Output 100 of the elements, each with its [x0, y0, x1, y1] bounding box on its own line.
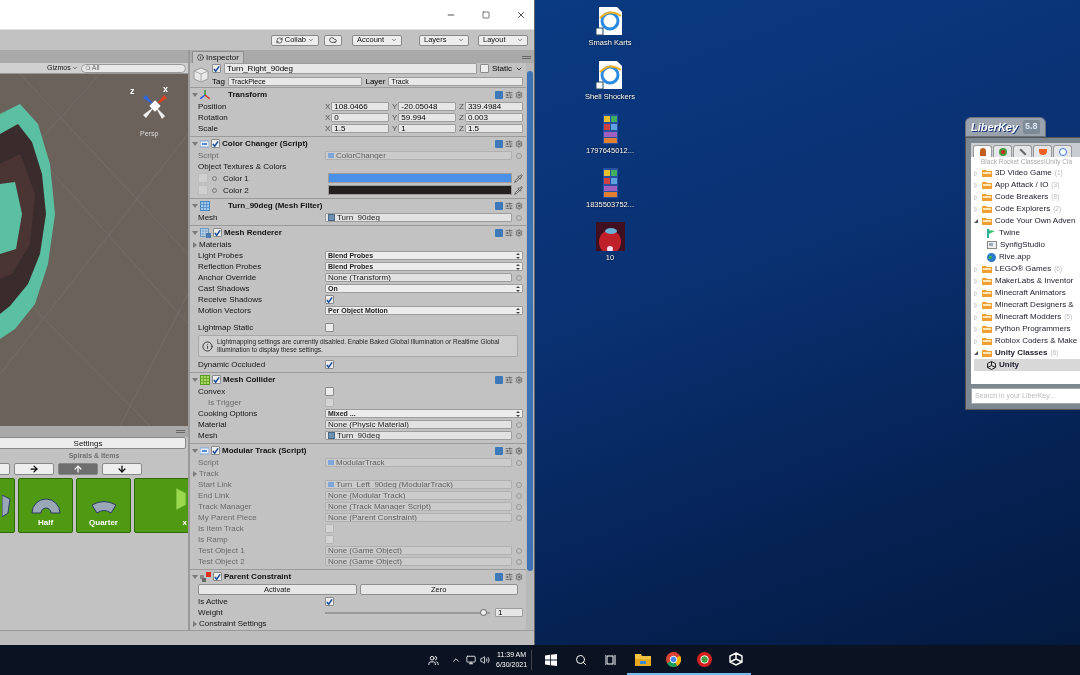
- help-book-icon[interactable]: [495, 572, 503, 581]
- settings-icon[interactable]: [515, 139, 523, 148]
- foldout-arrow-icon[interactable]: [192, 620, 198, 627]
- number-field[interactable]: -20.05048: [398, 102, 456, 111]
- object-name-field[interactable]: Turn_Right_90deg: [224, 63, 477, 74]
- number-field[interactable]: 1.5: [331, 124, 389, 133]
- settings-icon[interactable]: [515, 375, 523, 384]
- category-tab[interactable]: [1033, 145, 1052, 157]
- tree-item[interactable]: Twine: [974, 227, 1080, 239]
- number-field[interactable]: 339.4984: [464, 102, 523, 111]
- checkbox[interactable]: [213, 228, 222, 237]
- scrollbar[interactable]: [526, 63, 534, 630]
- preset-icon[interactable]: [505, 90, 513, 99]
- tree-item[interactable]: Rive.app: [974, 251, 1080, 263]
- search-icon[interactable]: [575, 654, 588, 666]
- tree-item[interactable]: Roblox Coders & Make: [974, 335, 1080, 347]
- object-field[interactable]: Turn_90deg: [325, 431, 512, 440]
- checkbox[interactable]: [325, 360, 334, 369]
- preset-icon[interactable]: [505, 446, 513, 455]
- preset-icon[interactable]: [505, 572, 513, 581]
- settings-icon[interactable]: [515, 228, 523, 237]
- help-book-icon[interactable]: [495, 446, 503, 455]
- network-icon[interactable]: [466, 655, 476, 665]
- tree-item[interactable]: Python Programmers: [974, 323, 1080, 335]
- arrow-button[interactable]: [102, 463, 142, 475]
- foldout-arrow-icon[interactable]: [192, 140, 198, 147]
- preset-icon[interactable]: [505, 228, 513, 237]
- help-book-icon[interactable]: [495, 228, 503, 237]
- tree-item[interactable]: MakerLabs & Inventor: [974, 275, 1080, 287]
- category-tab[interactable]: [1053, 145, 1072, 157]
- checkbox[interactable]: [212, 64, 221, 73]
- component-title[interactable]: Mesh Renderer: [224, 227, 493, 238]
- slider[interactable]: [325, 609, 490, 616]
- tree-item[interactable]: Minecraft Designers &: [974, 299, 1080, 311]
- close-icon[interactable]: [516, 9, 526, 20]
- tree-item[interactable]: SynfigStudio: [974, 239, 1080, 251]
- checkbox[interactable]: [325, 323, 334, 332]
- help-book-icon[interactable]: [495, 375, 503, 384]
- checkbox[interactable]: [325, 597, 334, 606]
- inspector-tab[interactable]: Inspector: [192, 51, 244, 63]
- foldout-arrow-icon[interactable]: [192, 91, 198, 98]
- number-field[interactable]: 0.003: [464, 113, 523, 122]
- eyedropper-icon[interactable]: [514, 185, 523, 195]
- object-field[interactable]: None (Physic Material): [325, 420, 512, 429]
- checkbox[interactable]: [211, 446, 220, 455]
- tree-item[interactable]: Code Your Own Adven: [974, 215, 1080, 227]
- color-field[interactable]: [328, 185, 512, 195]
- expanded-arrow-icon[interactable]: [974, 218, 978, 224]
- expanded-arrow-icon[interactable]: [974, 350, 978, 356]
- panel-menu-icon[interactable]: [176, 430, 185, 433]
- browser-icon[interactable]: [697, 651, 713, 667]
- component-title[interactable]: Turn_90deg (Mesh Filter): [228, 200, 493, 211]
- component-title[interactable]: Parent Constraint: [224, 571, 493, 582]
- number-field[interactable]: 1.5: [464, 124, 523, 133]
- number-field[interactable]: 1: [398, 124, 456, 133]
- panel-menu-icon[interactable]: [522, 56, 531, 59]
- component-title[interactable]: Transform: [228, 89, 493, 100]
- checkbox[interactable]: [325, 295, 334, 304]
- preset-icon[interactable]: [505, 375, 513, 384]
- piece-tile[interactable]: Quarter: [76, 478, 131, 533]
- settings-icon[interactable]: [515, 201, 523, 210]
- component-title[interactable]: Mesh Collider: [223, 374, 493, 385]
- tree-item[interactable]: Minecraft Animators: [974, 287, 1080, 299]
- arrow-button[interactable]: [14, 463, 54, 475]
- settings-button[interactable]: Settings: [0, 437, 186, 449]
- category-tab[interactable]: [973, 145, 992, 157]
- object-field[interactable]: None (Transform): [325, 273, 512, 282]
- chrome-icon[interactable]: [666, 651, 682, 667]
- foldout-label[interactable]: Constraint Settings: [199, 618, 267, 629]
- checkbox[interactable]: [212, 375, 221, 384]
- settings-icon[interactable]: [515, 572, 523, 581]
- people-icon[interactable]: [428, 654, 439, 666]
- object-field[interactable]: Turn_90deg: [325, 213, 512, 222]
- number-field[interactable]: 1: [495, 608, 523, 617]
- folder-icon[interactable]: [634, 652, 651, 666]
- cloud-button[interactable]: [324, 34, 342, 46]
- foldout-arrow-icon[interactable]: [192, 573, 198, 580]
- checkbox[interactable]: [211, 139, 220, 148]
- checkbox[interactable]: [480, 64, 489, 73]
- tree-item[interactable]: Unity: [974, 359, 1080, 371]
- checkbox[interactable]: [213, 572, 222, 581]
- preset-icon[interactable]: [505, 139, 513, 148]
- unity-icon[interactable]: [728, 652, 743, 666]
- settings-icon[interactable]: [515, 90, 523, 99]
- foldout-label[interactable]: Materials: [199, 239, 232, 250]
- color-field[interactable]: [328, 173, 512, 183]
- category-tab[interactable]: [993, 145, 1012, 157]
- number-field[interactable]: 59.994: [398, 113, 456, 122]
- chevron-up-icon[interactable]: [451, 655, 461, 665]
- help-book-icon[interactable]: [495, 139, 503, 148]
- preset-icon[interactable]: [505, 201, 513, 210]
- number-field[interactable]: 0: [331, 113, 389, 122]
- maximize-icon[interactable]: [482, 10, 490, 19]
- checkbox[interactable]: [325, 387, 334, 396]
- piece-tile[interactable]: x: [134, 478, 188, 533]
- foldout-arrow-icon[interactable]: [192, 447, 198, 454]
- volume-icon[interactable]: [480, 655, 490, 665]
- foldout-arrow-icon[interactable]: [192, 202, 198, 209]
- help-book-icon[interactable]: [495, 201, 503, 210]
- component-title[interactable]: Modular Track (Script): [222, 445, 493, 456]
